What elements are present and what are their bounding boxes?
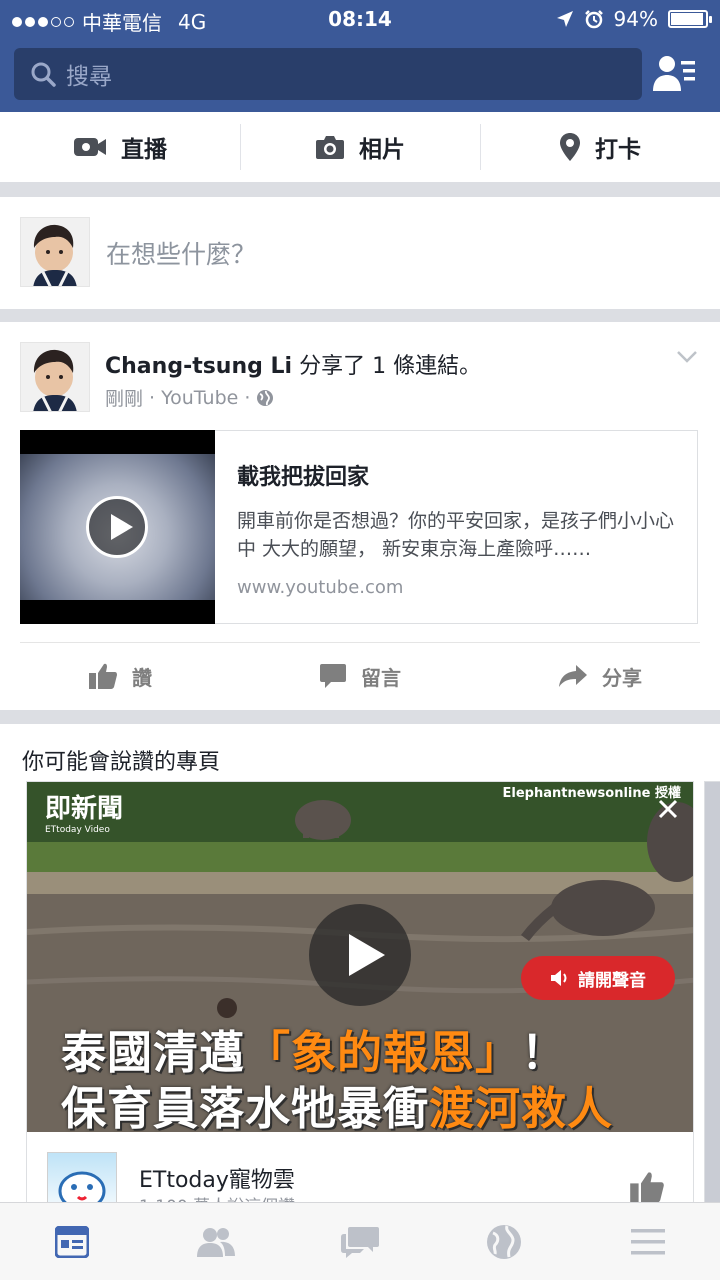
battery-icon [668,10,712,28]
suggested-heading: 你可能會說讚的專頁 [22,750,221,775]
brand-name: 即新聞 [45,794,124,824]
suggested-pages-section: 你可能會說讚的專頁 即新聞 ETtoday Video Elephantnews… [0,724,720,1211]
check-in-label: 打卡 [595,137,641,163]
post-header: Chang-tsung Li 分享了 1 條連結。 [105,348,481,380]
sound-badge[interactable]: 請開聲音 [521,956,675,1000]
link-description: 開車前你是否想過？你的平安回家，是孩子們小小心中 大大的願望， 新安東京海上產險… [237,510,675,560]
play-icon[interactable] [309,904,411,1006]
share-arrow-icon [559,665,587,687]
photo-button[interactable]: 相片 [240,112,480,182]
photo-label: 相片 [359,137,405,163]
live-label: 直播 [121,137,167,163]
search-placeholder: 搜尋 [66,64,112,90]
live-button[interactable]: 直播 [0,112,240,182]
status-bar: 中華電信 4G 08:14 94% [0,0,720,38]
tab-friend-requests[interactable] [144,1203,288,1280]
comment-button[interactable]: 留言 [240,644,480,708]
next-suggested-card[interactable] [704,781,720,1211]
menu-icon [631,1228,665,1254]
status-right: 94% [556,7,712,31]
battery-fill [671,13,703,25]
alarm-icon [584,10,603,29]
suggested-page-card[interactable]: 即新聞 ETtoday Video Elephantnewsonline 授權 … [26,781,694,1211]
check-in-button[interactable]: 打卡 [480,112,720,182]
page-name[interactable]: ETtoday寵物雲 [139,1162,295,1194]
comment-icon [320,664,346,688]
search-icon [31,62,56,87]
meta-separator: · [149,386,156,409]
child-photo-icon [21,343,89,411]
like-button[interactable]: 讚 [0,644,240,708]
location-arrow-icon [556,11,573,27]
search-bar[interactable]: 搜尋 [14,48,642,100]
like-page-icon[interactable] [629,1170,665,1204]
post-source[interactable]: YouTube [161,387,238,409]
post-author-name[interactable]: Chang-tsung Li [105,354,292,379]
video-camera-icon [74,138,106,156]
battery-percent: 94% [613,7,658,31]
post-meta: 剛剛 · YouTube · [105,384,274,411]
video-brand: 即新聞 ETtoday Video [45,788,123,835]
video-credit: Elephantnewsonline 授權 [502,786,681,801]
post-time[interactable]: 剛剛 [105,384,143,411]
play-icon[interactable] [86,496,148,558]
thumbs-up-icon [89,663,117,689]
tab-notifications[interactable] [432,1203,576,1280]
friends-list-icon[interactable] [652,53,696,95]
link-text: 載我把拔回家 開車前你是否想過？你的平安回家，是孩子們小小心中 大大的願望， 新… [215,431,697,623]
top-bar: 中華電信 4G 08:14 94% 搜尋 [0,0,720,112]
close-icon[interactable] [657,798,679,820]
brand-sub: ETtoday Video [45,825,110,835]
bottom-tab-bar [0,1202,720,1280]
link-thumbnail[interactable] [20,430,215,624]
speaker-icon [551,970,567,986]
shared-link-card[interactable]: 載我把拔回家 開車前你是否想過？你的平安回家，是孩子們小小心中 大大的願望， 新… [20,430,698,624]
friend-requests-icon [197,1227,235,1257]
camera-icon [316,136,344,159]
share-label: 分享 [602,665,642,690]
tab-messages[interactable] [288,1203,432,1280]
news-feed-icon [55,1225,89,1258]
caption-text: 保育員落水牠暴衝 [61,1082,430,1135]
user-avatar [20,217,90,287]
like-label: 讚 [132,665,152,690]
chevron-down-icon[interactable] [676,350,698,364]
post-action-text: 分享了 1 條連結。 [299,354,482,379]
video-preview[interactable]: 即新聞 ETtoday Video Elephantnewsonline 授權 … [27,782,693,1135]
status-composer[interactable]: 在想些什麼？ [0,197,720,309]
divider [20,642,700,643]
suggested-page-row: ETtoday寵物雲 1,100 萬人說這個讚。 [27,1132,693,1210]
quick-actions-bar: 直播 相片 打卡 [0,112,720,182]
caption-highlight: 渡河救人 [429,1082,614,1135]
post-author-avatar[interactable] [20,342,90,412]
globe-icon [257,389,274,406]
link-domain: www.youtube.com [237,577,404,598]
messages-icon [341,1226,379,1258]
reaction-bar: 讚 留言 分享 [0,644,720,708]
composer-prompt: 在想些什麼？ [106,240,257,269]
child-photo-icon [21,218,89,286]
comment-label: 留言 [361,665,401,690]
tab-news-feed[interactable] [0,1203,144,1280]
sound-label: 請開聲音 [578,970,646,991]
tab-menu[interactable] [576,1203,720,1280]
feed-post: Chang-tsung Li 分享了 1 條連結。 剛剛 · YouTube ·… [0,322,720,710]
share-button[interactable]: 分享 [480,644,720,708]
link-title[interactable]: 載我把拔回家 [237,459,679,491]
meta-separator: · [244,386,251,409]
location-pin-icon [560,133,580,161]
video-caption-line-2: 保育員落水牠暴衝渡河救人 [61,1072,613,1137]
notifications-globe-icon [487,1224,521,1259]
